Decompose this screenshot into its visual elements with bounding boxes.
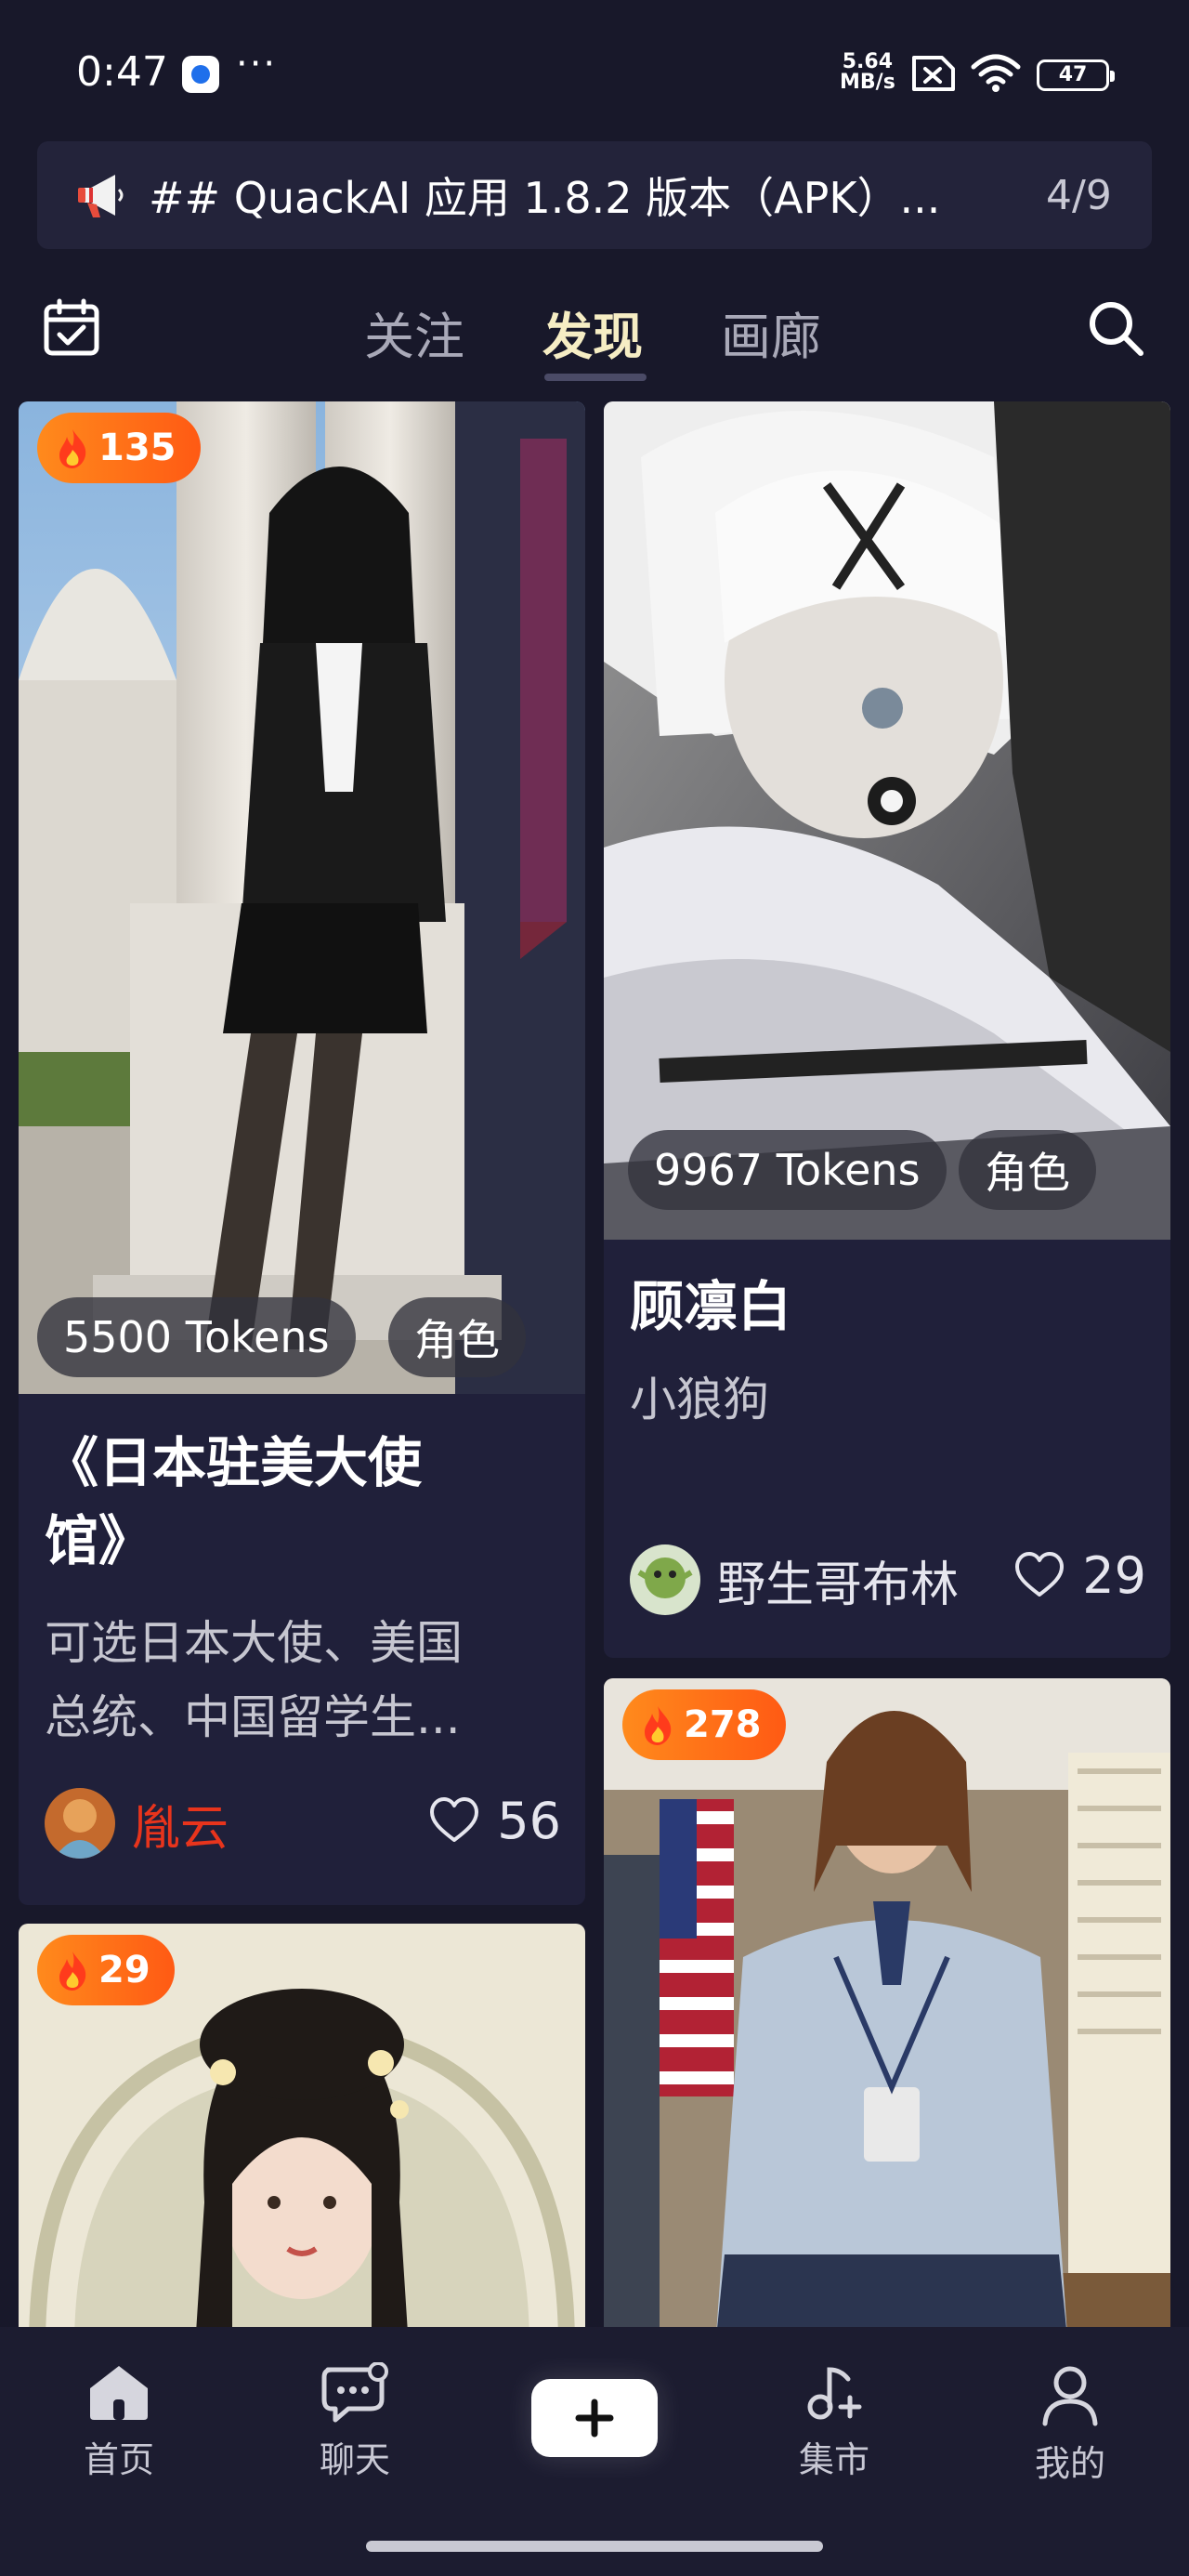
- desc-line-1: 可选日本大使、美国: [45, 1616, 463, 1670]
- category-tag: 角色: [959, 1130, 1096, 1210]
- home-indicator[interactable]: [366, 2541, 823, 2552]
- tab-following[interactable]: 关注: [364, 296, 464, 369]
- category-tag: 角色: [388, 1297, 526, 1377]
- flame-icon: [59, 1952, 86, 1991]
- top-navigation: 关注 发现 画廊: [0, 269, 1189, 400]
- popularity-badge: 135: [37, 413, 201, 483]
- character-card[interactable]: 278: [604, 1678, 1170, 2327]
- flame-icon: [645, 1706, 672, 1745]
- battery-indicator: 47: [1037, 59, 1115, 91]
- token-count-pill: 5500 Tokens: [37, 1297, 356, 1377]
- announcement-banner[interactable]: ## QuackAI 应用 1.8.2 版本（APK）... 4/9: [37, 141, 1152, 249]
- nav-home-label: 首页: [83, 2439, 154, 2480]
- character-title: 顾凛白: [630, 1275, 792, 1338]
- popularity-count: 29: [98, 1949, 150, 1991]
- author-avatar: [630, 1544, 700, 1615]
- popularity-badge: 278: [622, 1689, 786, 1760]
- character-card[interactable]: 9967 Tokens 角色 顾凛白 小狼狗 野生哥布林 29: [604, 401, 1170, 1658]
- megaphone-icon: [78, 175, 124, 217]
- desc-line-2: 总统、中国留学生...: [45, 1690, 461, 1744]
- announcement-counter: 4/9: [1046, 171, 1112, 219]
- author-name: 野生哥布林: [717, 1557, 960, 1613]
- bottom-navigation: 首页 聊天 集市 我的: [0, 2327, 1189, 2576]
- like-count: 56: [497, 1792, 561, 1850]
- author-name: 胤云: [132, 1800, 229, 1857]
- token-count-pill: 9967 Tokens: [628, 1130, 947, 1210]
- search-icon[interactable]: [1085, 297, 1146, 359]
- chat-icon: [321, 2362, 388, 2423]
- heart-icon: [430, 1796, 479, 1842]
- network-speed-unit: MB/s: [840, 71, 895, 94]
- character-card[interactable]: 29: [19, 1924, 585, 2327]
- nav-chat[interactable]: 聊天: [281, 2362, 429, 2482]
- like-button[interactable]: 29: [1013, 1546, 1146, 1605]
- app-notification-icon: [182, 56, 219, 93]
- nav-profile-label: 我的: [1034, 2443, 1105, 2484]
- market-icon: [807, 2367, 862, 2420]
- author-info[interactable]: 野生哥布林: [630, 1544, 959, 1615]
- profile-icon: [1042, 2366, 1098, 2426]
- status-time: 0:47: [76, 48, 168, 96]
- calendar-checkin-icon[interactable]: [41, 297, 102, 359]
- author-avatar: [45, 1788, 115, 1859]
- nav-profile[interactable]: 我的: [996, 2362, 1144, 2486]
- tab-gallery[interactable]: 画廊: [721, 296, 821, 369]
- heart-icon: [1015, 1551, 1065, 1597]
- character-title: 《日本驻美大使 馆》: [45, 1424, 422, 1580]
- create-button[interactable]: [531, 2379, 658, 2457]
- flame-icon: [59, 429, 86, 468]
- popularity-count: 278: [684, 1703, 762, 1746]
- popularity-count: 135: [98, 427, 176, 469]
- home-icon: [90, 2366, 148, 2420]
- no-sim-icon: [912, 56, 955, 91]
- wifi-icon: [971, 54, 1021, 92]
- like-count: 29: [1082, 1546, 1146, 1605]
- status-bar: 0:47 ··· 5.64 MB/s 47: [0, 0, 1189, 139]
- like-button[interactable]: 56: [428, 1792, 561, 1850]
- character-image: 29: [19, 1924, 585, 2327]
- character-image: 135 5500 Tokens 角色: [19, 401, 585, 1394]
- plus-icon: [575, 2399, 614, 2438]
- popularity-badge: 29: [37, 1935, 175, 2005]
- more-notifications-icon: ···: [236, 43, 278, 85]
- character-image: 9967 Tokens 角色: [604, 401, 1170, 1240]
- nav-chat-label: 聊天: [319, 2439, 390, 2480]
- character-description: 小狼狗: [630, 1373, 769, 1426]
- active-tab-indicator: [544, 374, 647, 381]
- character-description: 可选日本大使、美国 总统、中国留学生...: [45, 1606, 463, 1755]
- author-info[interactable]: 胤云: [45, 1788, 229, 1859]
- title-line-2: 馆》: [45, 1509, 153, 1572]
- nav-market-label: 集市: [798, 2439, 869, 2480]
- title-line-1: 《日本驻美大使: [45, 1431, 423, 1494]
- announcement-text: ## QuackAI 应用 1.8.2 版本（APK）...: [149, 173, 941, 223]
- nav-home[interactable]: 首页: [45, 2362, 193, 2482]
- network-speed: 5.64 MB/s: [840, 52, 895, 93]
- discover-feed[interactable]: 135 5500 Tokens 角色 《日本驻美大使 馆》 可选日本大使、美国 …: [0, 401, 1189, 2327]
- network-speed-value: 5.64: [842, 50, 894, 73]
- character-card[interactable]: 135 5500 Tokens 角色 《日本驻美大使 馆》 可选日本大使、美国 …: [19, 401, 585, 1905]
- nav-market[interactable]: 集市: [760, 2362, 908, 2482]
- character-image: 278: [604, 1678, 1170, 2327]
- tab-discover[interactable]: 发现: [542, 296, 643, 369]
